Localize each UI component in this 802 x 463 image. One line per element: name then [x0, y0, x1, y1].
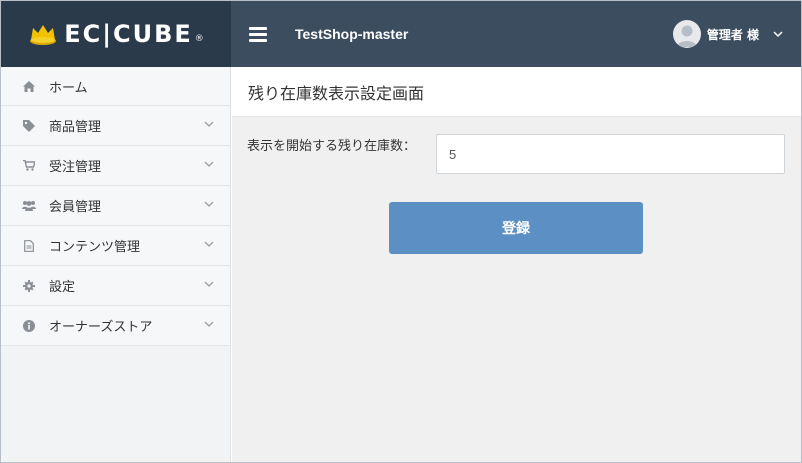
sidebar-item-owners-store[interactable]: オーナーズストア — [1, 306, 230, 346]
stock-threshold-input[interactable] — [436, 134, 785, 174]
page-title-bar: 残り在庫数表示設定画面 — [232, 67, 801, 117]
header: EC|CUBE ® TestShop-master 管理者 様 — [1, 1, 801, 67]
chevron-down-icon — [204, 281, 214, 287]
user-avatar-icon — [676, 25, 697, 47]
stock-threshold-label: 表示を開始する残り在庫数： — [247, 139, 417, 154]
chevron-down-icon — [204, 121, 214, 127]
brand-logo: EC|CUBE ® — [28, 20, 204, 48]
main-content: 残り在庫数表示設定画面 表示を開始する残り在庫数： 登録 — [232, 67, 801, 462]
sidebar-item-label: ホーム — [49, 80, 88, 96]
brand-area[interactable]: EC|CUBE ® — [1, 1, 231, 67]
app-window: EC|CUBE ® TestShop-master 管理者 様 ホーム 商品管理… — [0, 0, 802, 463]
stock-threshold-row: 表示を開始する残り在庫数： — [232, 134, 801, 174]
sidebar-item-home[interactable]: ホーム — [1, 67, 230, 106]
crown-logo-icon — [30, 25, 57, 45]
sidebar: ホーム 商品管理 受注管理 会員管理 コンテンツ管理 設定 オーナーズストア — [1, 67, 231, 462]
sidebar-item-members[interactable]: 会員管理 — [1, 186, 230, 226]
gear-icon — [21, 278, 37, 294]
chevron-down-icon — [204, 241, 214, 247]
sidebar-item-label: オーナーズストア — [49, 320, 153, 335]
sidebar-item-settings[interactable]: 設定 — [1, 266, 230, 306]
sidebar-item-label: 会員管理 — [49, 200, 102, 215]
home-icon — [21, 78, 37, 94]
tag-icon — [21, 118, 37, 134]
sidebar-item-content[interactable]: コンテンツ管理 — [1, 226, 230, 266]
info-icon — [21, 318, 37, 334]
chevron-down-icon — [204, 321, 214, 327]
user-name: 管理者 様 — [706, 27, 759, 42]
chevron-down-icon[interactable] — [773, 30, 783, 38]
brand-text: EC|CUBE — [64, 20, 193, 48]
user-menu[interactable]: 管理者 様 — [672, 1, 783, 67]
sidebar-item-label: 受注管理 — [49, 160, 102, 175]
page-title: 残り在庫数表示設定画面 — [248, 83, 425, 103]
sidebar-item-label: 設定 — [49, 280, 76, 295]
document-icon — [21, 238, 37, 254]
sidebar-item-label: 商品管理 — [49, 120, 102, 135]
cart-icon — [21, 158, 37, 174]
sidebar-item-orders[interactable]: 受注管理 — [1, 146, 230, 186]
chevron-down-icon — [204, 201, 214, 207]
chevron-down-icon — [204, 161, 214, 167]
shop-name[interactable]: TestShop-master — [295, 26, 408, 42]
hamburger-icon[interactable] — [249, 26, 267, 42]
users-icon — [21, 198, 37, 214]
sidebar-item-products[interactable]: 商品管理 — [1, 106, 230, 146]
avatar — [672, 20, 701, 48]
register-button[interactable]: 登録 — [389, 202, 643, 254]
sidebar-item-label: コンテンツ管理 — [49, 240, 141, 255]
top-bar: TestShop-master 管理者 様 — [231, 1, 801, 67]
registered-mark: ® — [194, 34, 204, 44]
